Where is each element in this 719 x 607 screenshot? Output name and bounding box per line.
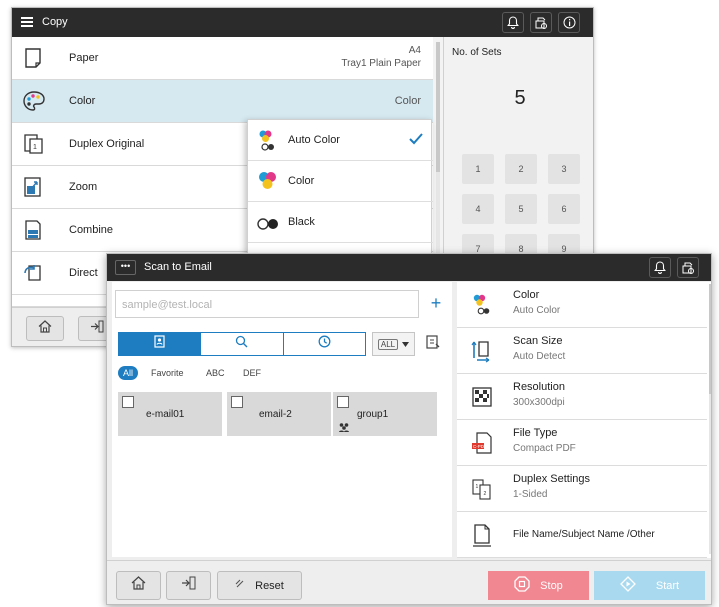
svg-text:2: 2: [484, 491, 487, 497]
destination-item[interactable]: group1: [333, 392, 437, 436]
home-icon: [38, 319, 52, 338]
reset-icon: [235, 579, 245, 592]
key-3[interactable]: 3: [548, 154, 580, 184]
address-input[interactable]: sample@test.local: [115, 290, 419, 318]
dropdown-auto-color[interactable]: Auto Color: [248, 120, 433, 161]
sets-label: No. of Sets: [452, 47, 502, 58]
scan-settings-panel: Color Auto Color Scan Size Auto Detect R…: [457, 282, 711, 558]
key-4[interactable]: 4: [462, 194, 494, 224]
setting-resolution[interactable]: Resolution 300x300dpi: [457, 374, 707, 420]
address-type-dropdown[interactable]: ALL: [372, 332, 415, 356]
setting-file-type[interactable]: C-PDF File Type Compact PDF: [457, 420, 707, 466]
svg-text:1: 1: [476, 484, 479, 490]
scan-size-icon: [471, 339, 493, 363]
setting-scan-color[interactable]: Color Auto Color: [457, 282, 707, 328]
login-button[interactable]: [166, 571, 211, 600]
destination-checkbox[interactable]: [122, 396, 134, 408]
destination-item[interactable]: email-2: [227, 392, 331, 436]
key-1[interactable]: 1: [462, 154, 494, 184]
menu-icon[interactable]: [21, 17, 33, 27]
address-book-detail-button[interactable]: [421, 332, 445, 356]
black-icon: [256, 211, 282, 240]
tab-search[interactable]: [201, 333, 284, 355]
address-book-tabs: [118, 332, 366, 356]
info-icon[interactable]: [558, 12, 580, 33]
setting-paper[interactable]: Paper A4 Tray1 Plain Paper: [12, 37, 433, 80]
destination-checkbox[interactable]: [337, 396, 349, 408]
auto-color-icon: [256, 129, 280, 158]
add-address-button[interactable]: +: [424, 290, 448, 318]
more-options-button[interactable]: •••: [115, 260, 136, 275]
color-palette-icon: [22, 90, 45, 112]
home-icon: [131, 576, 146, 595]
home-button[interactable]: [116, 571, 161, 600]
bell-icon[interactable]: [502, 12, 524, 33]
group-icon: [338, 419, 350, 437]
paper-icon: [22, 47, 44, 69]
filter-def[interactable]: DEF: [243, 368, 261, 378]
key-6[interactable]: 6: [548, 194, 580, 224]
scan-to-email-window: ••• Scan to Email sample@test.local + AL…: [106, 253, 712, 605]
filter-favorite[interactable]: Favorite: [151, 368, 184, 378]
color-icon: [471, 293, 493, 317]
settings-scrollbar[interactable]: [709, 284, 711, 554]
pdf-file-icon: C-PDF: [471, 431, 493, 455]
scan-footer: Reset Stop Start: [107, 560, 711, 604]
resolution-icon: [471, 385, 493, 409]
svg-text:C-PDF: C-PDF: [473, 444, 487, 449]
clock-icon: [318, 335, 331, 353]
caret-down-icon: [402, 340, 410, 349]
svg-text:1: 1: [33, 144, 37, 151]
dropdown-black[interactable]: Black: [248, 202, 433, 243]
filter-abc[interactable]: ABC: [206, 368, 225, 378]
setting-scan-size[interactable]: Scan Size Auto Detect: [457, 328, 707, 374]
direct-icon: [22, 262, 44, 284]
destination-item[interactable]: e-mail01: [118, 392, 222, 436]
search-icon: [235, 335, 248, 353]
device-status-icon[interactable]: [677, 257, 699, 278]
address-book-icon: [154, 335, 166, 353]
device-status-icon[interactable]: [530, 12, 552, 33]
address-book-detail-icon: [425, 334, 441, 355]
start-button[interactable]: Start: [594, 571, 705, 600]
setting-file-name[interactable]: File Name/Subject Name /Other: [457, 512, 707, 558]
setting-color[interactable]: Color Color: [12, 80, 433, 123]
duplex-settings-icon: 12: [471, 477, 493, 501]
stop-icon: [514, 576, 530, 595]
stop-button[interactable]: Stop: [488, 571, 589, 600]
scan-title-bar: ••• Scan to Email: [107, 254, 711, 281]
filter-all[interactable]: All: [118, 366, 139, 380]
tab-address-book[interactable]: [119, 333, 202, 355]
reset-button[interactable]: Reset: [217, 571, 302, 600]
destination-checkbox[interactable]: [231, 396, 243, 408]
paper-value: A4 Tray1 Plain Paper: [341, 45, 421, 69]
tab-history[interactable]: [283, 333, 365, 355]
copy-title: Copy: [42, 16, 68, 28]
combine-icon: [22, 219, 44, 241]
checkmark-icon: [409, 132, 423, 150]
setting-duplex-settings[interactable]: 12 Duplex Settings 1-Sided: [457, 466, 707, 512]
color-icon: [256, 170, 280, 199]
login-icon: [90, 320, 104, 338]
copy-title-bar: Copy: [12, 8, 593, 37]
home-button[interactable]: [26, 316, 64, 341]
key-2[interactable]: 2: [505, 154, 537, 184]
sets-value: 5: [514, 87, 526, 109]
dropdown-color[interactable]: Color: [248, 161, 433, 202]
login-icon: [181, 576, 196, 595]
start-icon: [619, 576, 636, 595]
key-5[interactable]: 5: [505, 194, 537, 224]
duplex-original-icon: 1: [22, 133, 44, 155]
bell-icon[interactable]: [649, 257, 671, 278]
file-name-icon: [471, 523, 493, 547]
scan-title: Scan to Email: [144, 261, 212, 273]
zoom-icon: [22, 176, 44, 198]
